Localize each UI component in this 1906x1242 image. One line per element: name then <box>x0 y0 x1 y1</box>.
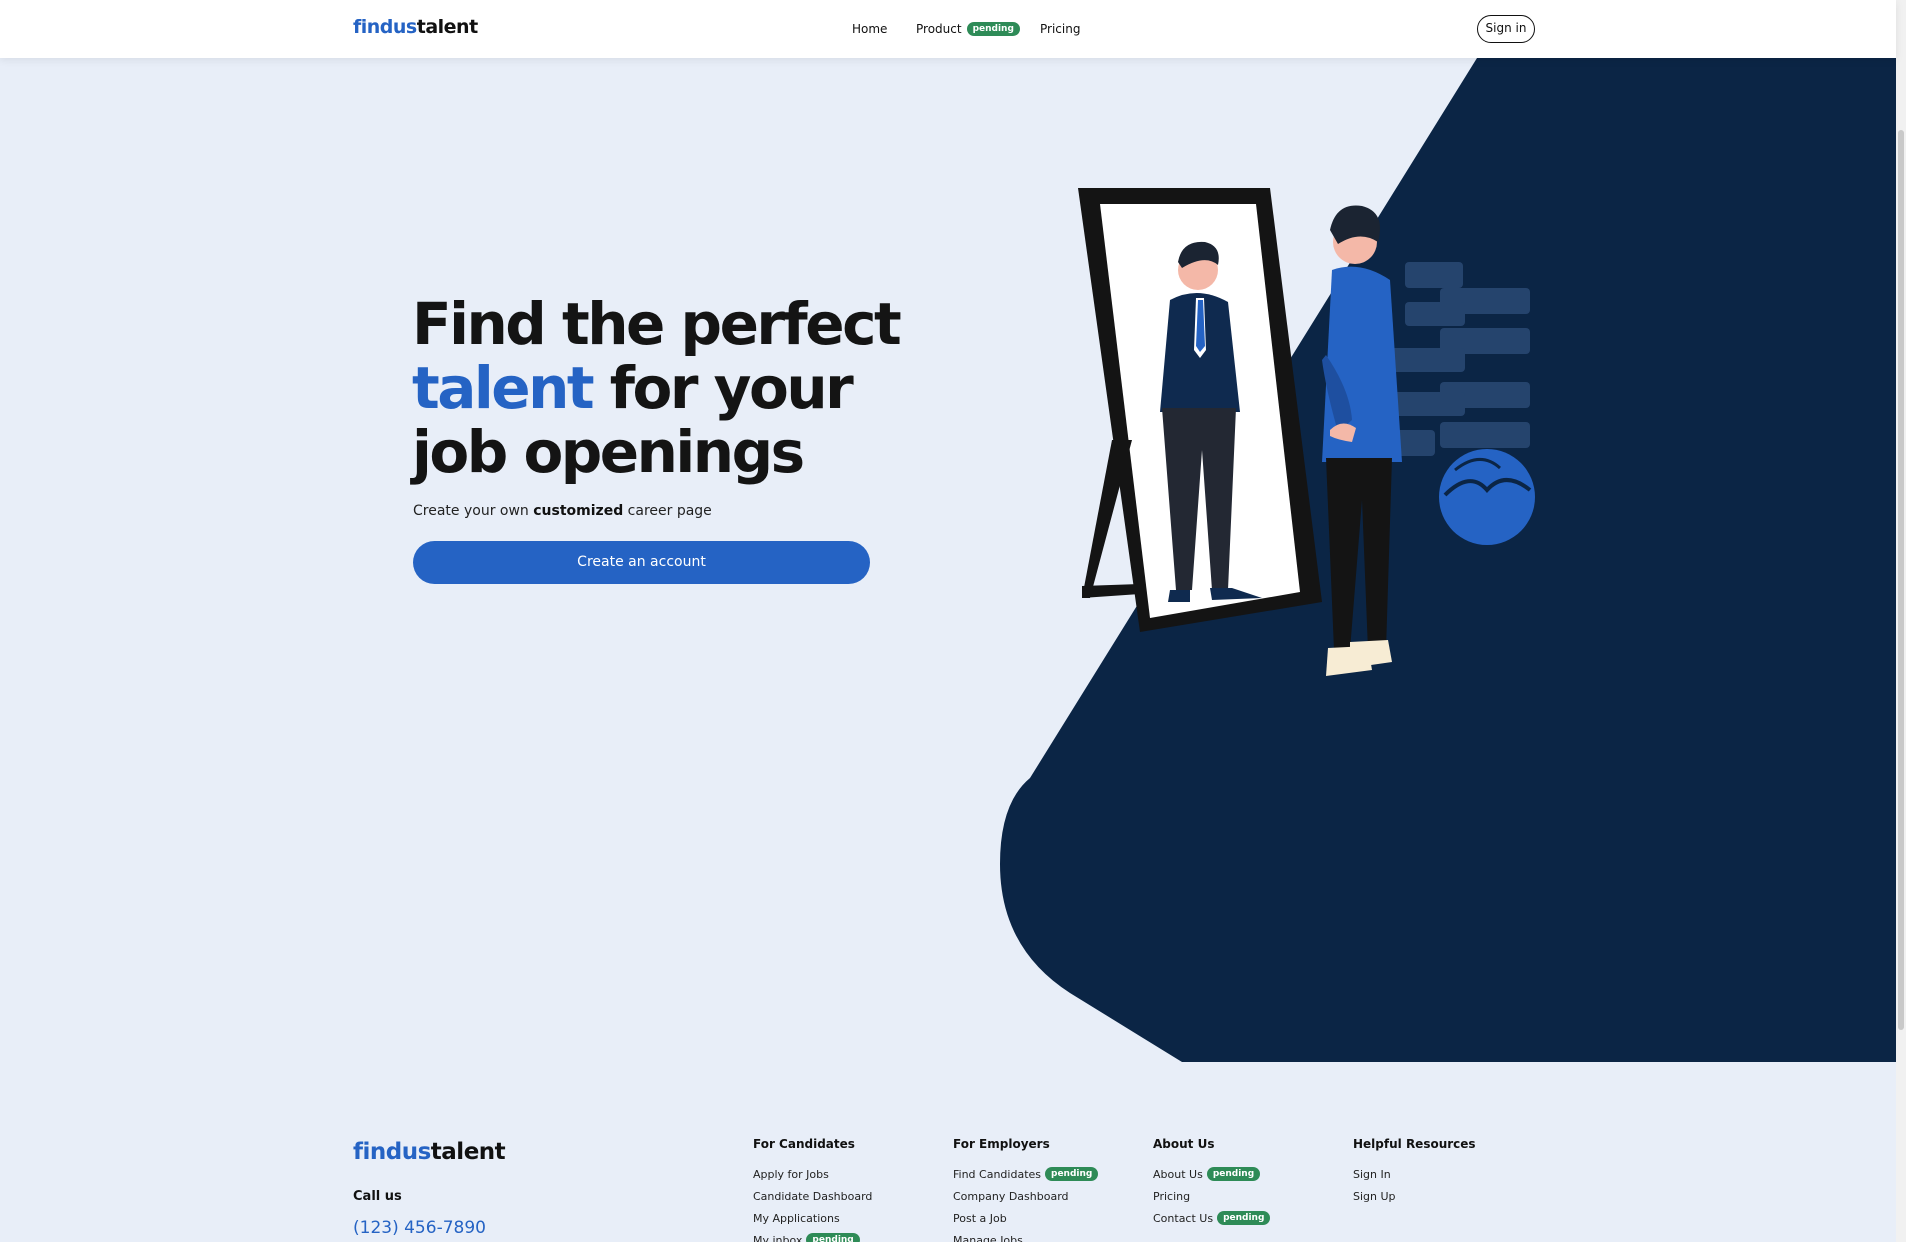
footer-link-manage-jobs[interactable]: Manage Jobs <box>953 1229 1098 1242</box>
column-title: Helpful Resources <box>1353 1137 1476 1151</box>
footer-logo[interactable]: findustalent <box>353 1139 506 1165</box>
footer-column-employers: For Employers Find Candidates pending Com… <box>953 1137 1099 1242</box>
nav-product[interactable]: Product pending <box>916 22 1020 36</box>
link-label: Pricing <box>1153 1189 1191 1203</box>
nav-home[interactable]: Home <box>852 22 887 36</box>
link-label: My inbox <box>753 1233 803 1242</box>
nav-pricing-label: Pricing <box>1040 22 1081 36</box>
logo-part-talent: talent <box>416 16 478 38</box>
nav-pricing[interactable]: Pricing <box>1040 22 1080 36</box>
link-label: About Us <box>1153 1167 1203 1181</box>
brand-logo[interactable]: findustalent <box>353 16 478 38</box>
mirror-person-illustration <box>1078 188 1535 676</box>
link-label: Sign Up <box>1353 1189 1396 1203</box>
footer-link-pricing[interactable]: Pricing <box>1153 1185 1270 1207</box>
link-label: Company Dashboard <box>953 1189 1069 1203</box>
pending-badge: pending <box>806 1233 860 1242</box>
footer-link-apply-for-jobs[interactable]: Apply for Jobs <box>753 1163 872 1185</box>
sign-in-button[interactable]: Sign in <box>1477 15 1535 43</box>
pending-badge: pending <box>1045 1167 1099 1181</box>
hero-headline: Find the perfect talent for your job ope… <box>412 292 932 484</box>
link-label: Sign In <box>1353 1167 1391 1181</box>
link-label: My Applications <box>753 1211 840 1225</box>
footer-link-my-inbox[interactable]: My inbox pending <box>753 1229 872 1242</box>
hero-subtitle: Create your own customized career page <box>413 503 712 519</box>
footer-link-candidate-dashboard[interactable]: Candidate Dashboard <box>753 1185 872 1207</box>
page-scrollbar-thumb[interactable] <box>1898 130 1904 1030</box>
pending-badge: pending <box>966 22 1020 36</box>
call-us-label: Call us <box>353 1189 402 1204</box>
footer-link-post-a-job[interactable]: Post a Job <box>953 1207 1098 1229</box>
subtitle-post: career page <box>623 503 712 519</box>
footer-link-sign-in[interactable]: Sign In <box>1353 1163 1476 1185</box>
subtitle-bold: customized <box>533 503 624 519</box>
headline-line-2-rest: for your <box>592 354 854 422</box>
footer-link-my-applications[interactable]: My Applications <box>753 1207 872 1229</box>
column-title: About Us <box>1153 1137 1215 1151</box>
pending-badge: pending <box>1206 1167 1261 1181</box>
create-account-button[interactable]: Create an account <box>413 541 870 584</box>
link-label: Manage Jobs <box>953 1233 1023 1242</box>
link-label: Post a Job <box>953 1211 1007 1225</box>
link-label: Apply for Jobs <box>753 1167 829 1181</box>
footer-column-about: About Us About Us pending Pricing Contact… <box>1153 1137 1271 1229</box>
footer-link-sign-up[interactable]: Sign Up <box>1353 1185 1476 1207</box>
pending-badge: pending <box>1217 1211 1271 1225</box>
link-label: Find Candidates <box>953 1167 1041 1181</box>
footer-link-about-us[interactable]: About Us pending <box>1153 1163 1270 1185</box>
column-title: For Employers <box>953 1137 1050 1151</box>
footer-column-candidates: For Candidates Apply for Jobs Candidate … <box>753 1137 872 1242</box>
hero-background-shape <box>1000 58 1896 1062</box>
headline-line-2: talent for your <box>412 356 932 420</box>
nav-home-label: Home <box>852 22 888 36</box>
column-title: For Candidates <box>753 1137 855 1151</box>
footer-logo-part-talent: talent <box>430 1139 506 1165</box>
link-label: Candidate Dashboard <box>753 1189 873 1203</box>
subtitle-pre: Create your own <box>413 503 534 519</box>
footer-link-company-dashboard[interactable]: Company Dashboard <box>953 1185 1098 1207</box>
phone-number-link[interactable]: (123) 456-7890 <box>353 1218 486 1238</box>
top-navbar: findustalent Home Product pending Pricin… <box>0 0 1896 58</box>
footer-logo-part-findus: findus <box>353 1139 431 1165</box>
nav-product-label: Product <box>916 22 962 36</box>
headline-accent: talent <box>412 354 595 422</box>
headline-line-1: Find the perfect <box>412 290 902 358</box>
footer-link-contact-us[interactable]: Contact Us pending <box>1153 1207 1271 1229</box>
footer-column-resources: Helpful Resources Sign In Sign Up <box>1353 1137 1476 1207</box>
headline-line-3: job openings <box>412 418 805 486</box>
link-label: Contact Us <box>1153 1211 1214 1225</box>
logo-part-findus: findus <box>353 16 417 38</box>
footer-link-find-candidates[interactable]: Find Candidates pending <box>953 1163 1099 1185</box>
